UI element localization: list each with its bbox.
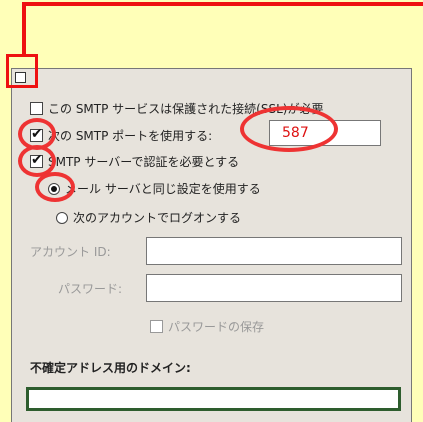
annotation-connector-vertical	[22, 2, 26, 56]
ssl-checkbox[interactable]	[30, 102, 43, 115]
port-checkbox-label: 次の SMTP ポートを使用する:	[48, 129, 213, 143]
logon-account-radio-label: 次のアカウントでログオンする	[73, 211, 242, 225]
port-row[interactable]: 次の SMTP ポートを使用する:	[30, 126, 213, 144]
account-id-input[interactable]	[146, 237, 402, 265]
password-input[interactable]	[146, 274, 402, 302]
save-password-checkbox[interactable]	[150, 320, 163, 333]
same-settings-radio-label: メール サーバと同じ設定を使用する	[65, 182, 261, 196]
radio-logon-account-row[interactable]: 次のアカウントでログオンする	[56, 209, 241, 226]
domain-input[interactable]	[26, 387, 401, 411]
annotation-radio-oval	[35, 172, 75, 202]
password-label: パスワード:	[58, 282, 123, 296]
auth-row[interactable]: SMTP サーバーで認証を必要とする	[30, 152, 240, 170]
radio-same-settings-row[interactable]: メール サーバと同じ設定を使用する	[48, 180, 261, 197]
logon-account-radio[interactable]	[56, 211, 68, 224]
annotation-corner-highlight	[6, 54, 38, 88]
auth-checkbox-label: SMTP サーバーで認証を必要とする	[48, 155, 240, 169]
annotation-connector-horizontal	[22, 2, 423, 6]
screenshot-page: この SMTP サービスは保護された接続(SSL)が必要 次の SMTP ポート…	[0, 0, 423, 422]
save-password-label: パスワードの保存	[168, 320, 265, 334]
annotation-port-input-oval	[240, 106, 338, 152]
account-id-label-row: アカウント ID:	[30, 243, 111, 260]
domain-label: 不確定アドレス用のドメイン:	[30, 361, 191, 375]
smtp-settings-panel: この SMTP サービスは保護された接続(SSL)が必要 次の SMTP ポート…	[11, 68, 412, 422]
domain-label-row: 不確定アドレス用のドメイン:	[30, 359, 191, 376]
save-password-row[interactable]: パスワードの保存	[150, 318, 264, 335]
account-id-label: アカウント ID:	[30, 245, 111, 259]
password-label-row: パスワード:	[58, 280, 122, 297]
